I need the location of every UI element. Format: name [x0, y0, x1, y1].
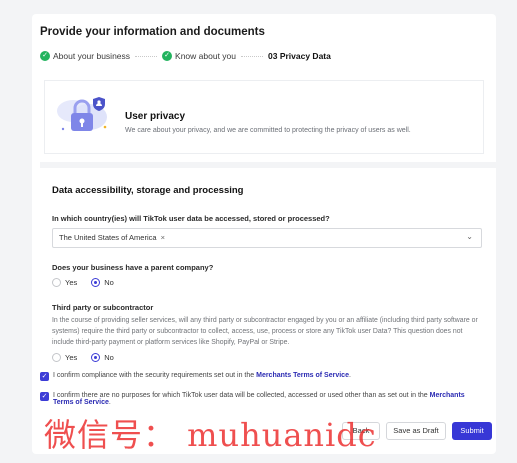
parent-yes-option[interactable]: Yes [52, 278, 77, 287]
save-draft-button[interactable]: Save as Draft [386, 422, 446, 440]
radio-no[interactable] [91, 353, 101, 362]
privacy-banner: User privacy We care about your privacy,… [44, 80, 484, 154]
step-know-about-you[interactable]: ✓ Know about you [162, 51, 236, 61]
data-access-section: Data accessibility, storage and processi… [44, 171, 496, 379]
confirmation-text-body: I confirm compliance with the security r… [53, 372, 255, 379]
radio-label: Yes [65, 278, 78, 287]
step-label: About your business [53, 51, 131, 61]
parent-company-question: Does your business have a parent company… [52, 263, 214, 272]
radio-label: Yes [65, 353, 78, 362]
section-gap [40, 162, 496, 168]
third-party-yes-option[interactable]: Yes [52, 353, 77, 362]
third-party-radios: Yes No [52, 353, 128, 362]
radio-label: No [104, 278, 114, 287]
step-divider [135, 55, 158, 57]
merchants-terms-link[interactable]: Merchants Terms of Service [256, 372, 349, 379]
security-confirmation: ✓ I confirm compliance with the security… [40, 372, 480, 381]
page-title: Provide your information and documents [40, 26, 265, 38]
page-frame: Provide your information and documents ✓… [0, 0, 517, 463]
radio-yes[interactable] [52, 353, 61, 362]
confirmation-text-body: I confirm there are no purposes for whic… [53, 392, 428, 399]
radio-label: No [104, 353, 114, 362]
country-question: In which country(ies) will TikTok user d… [52, 214, 330, 223]
third-party-description: In the course of providing seller servic… [52, 317, 478, 346]
checkbox-checked-icon[interactable]: ✓ [40, 372, 49, 381]
check-circle-icon: ✓ [40, 51, 50, 61]
step-privacy-data[interactable]: 03 Privacy Data [268, 51, 331, 61]
form-card: Provide your information and documents ✓… [32, 14, 496, 454]
country-tag: The United States of America × [59, 233, 165, 242]
confirmation-text: I confirm compliance with the security r… [53, 372, 351, 379]
third-party-title: Third party or subcontractor [52, 303, 154, 312]
parent-company-radios: Yes No [52, 278, 128, 287]
lock-shield-illustration [55, 91, 113, 141]
step-label: 03 Privacy Data [268, 51, 331, 61]
chevron-down-icon[interactable]: ⌄ [466, 232, 473, 241]
third-party-no-option[interactable]: No [91, 353, 114, 362]
confirmation-text-end: . [348, 372, 351, 379]
step-divider [241, 55, 263, 57]
radio-yes[interactable] [52, 278, 61, 287]
submit-button[interactable]: Submit [452, 422, 492, 440]
back-button[interactable]: Back [342, 422, 380, 440]
confirmation-text: I confirm there are no purposes for whic… [53, 392, 480, 406]
check-circle-icon: ✓ [162, 51, 173, 61]
step-label: Know about you [175, 51, 236, 61]
step-about-business[interactable]: ✓ About your business [40, 51, 130, 61]
country-tag-label: The United States of America [59, 233, 157, 242]
radio-no[interactable] [91, 278, 101, 287]
privacy-subtitle: We care about your privacy, and we are c… [125, 127, 411, 134]
section-title: Data accessibility, storage and processi… [52, 185, 244, 196]
stepper: ✓ About your business ✓ Know about you 0… [40, 51, 331, 61]
confirmation-text-end: . [108, 399, 111, 406]
country-select[interactable]: The United States of America × ⌄ [52, 228, 482, 248]
checkbox-checked-icon[interactable]: ✓ [40, 392, 49, 401]
remove-tag-icon[interactable]: × [161, 233, 165, 242]
privacy-title: User privacy [125, 111, 186, 122]
purpose-confirmation: ✓ I confirm there are no purposes for wh… [40, 392, 480, 406]
parent-no-option[interactable]: No [91, 278, 114, 287]
